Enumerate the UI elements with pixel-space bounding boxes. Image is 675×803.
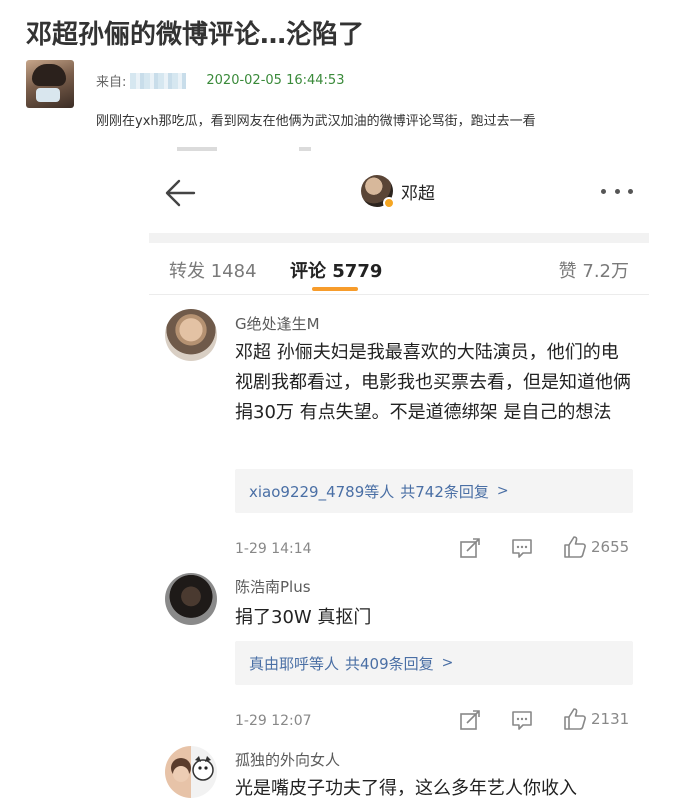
chevron-right-icon: > <box>496 483 509 499</box>
comment-text: 邓超 孙俪夫妇是我最喜欢的大陆演员，他们的电视剧我都看过，电影我也买票去看，但是… <box>235 342 631 423</box>
like-button[interactable]: 2131 <box>563 707 629 731</box>
reply-count: 共742条回复 <box>400 482 489 501</box>
commenter-name[interactable]: 陈浩南Plus <box>235 576 311 597</box>
comment-icon[interactable] <box>511 709 533 731</box>
weibo-screenshot: 邓超 转发 1484 评论 5779 赞 7.2万 G绝处逢生M 邓超 孙俪夫妇… <box>149 153 649 803</box>
post-text: 刚刚在yxh那吃瓜，看到网友在他俩为武汉加油的微博评论骂街，跑过去一看 <box>96 114 536 129</box>
blurred-source <box>130 72 187 89</box>
reply-users: 真由耶呼等人 <box>249 654 340 673</box>
comment-text: 光是嘴皮子功夫了得，这么多年艺人你收入 <box>235 778 577 799</box>
author-avatar[interactable] <box>26 60 74 108</box>
commenter-name[interactable]: G绝处逢生M <box>235 313 320 334</box>
top-bar: 邓超 <box>149 153 649 233</box>
divider-band <box>149 233 649 243</box>
comment-time: 1-29 12:07 <box>235 713 312 729</box>
tab-comments[interactable]: 评论 5779 <box>290 257 382 283</box>
like-button[interactable]: 2655 <box>563 535 629 559</box>
thumbs-up-icon <box>564 708 586 730</box>
top-user[interactable]: 邓超 <box>361 175 435 209</box>
top-user-avatar[interactable] <box>361 175 395 209</box>
arrow-left-icon[interactable] <box>163 175 199 211</box>
comment-time: 1-29 14:14 <box>235 541 312 557</box>
post-meta: 来自: 2020-02-05 16:44:53 <box>96 71 344 90</box>
share-icon[interactable] <box>459 709 481 731</box>
top-user-name[interactable]: 邓超 <box>401 179 435 204</box>
commenter-avatar[interactable] <box>165 573 217 625</box>
verified-badge-icon <box>383 197 395 209</box>
share-icon[interactable] <box>459 537 481 559</box>
reply-summary[interactable]: xiao9229_4789等人 共742条回复 > <box>235 469 633 513</box>
tab-reposts[interactable]: 转发 1484 <box>169 257 257 283</box>
tab-bar: 转发 1484 评论 5779 赞 7.2万 <box>149 243 649 295</box>
commenter-avatar[interactable] <box>165 746 217 798</box>
commenter-avatar[interactable] <box>165 309 217 361</box>
tab-likes[interactable]: 赞 7.2万 <box>559 257 629 283</box>
reply-summary[interactable]: 真由耶呼等人 共409条回复 > <box>235 641 633 685</box>
reply-users: xiao9229_4789等人 <box>249 482 395 501</box>
source-label: 来自: <box>96 75 127 90</box>
active-tab-indicator <box>312 287 358 291</box>
like-count: 2131 <box>591 710 630 728</box>
like-count: 2655 <box>591 538 630 556</box>
thumbs-up-icon <box>564 536 586 558</box>
comment-icon[interactable] <box>511 537 533 559</box>
chevron-right-icon: > <box>441 655 454 671</box>
reply-count: 共409条回复 <box>345 654 434 673</box>
commenter-name[interactable]: 孤独的外向女人 <box>235 749 340 770</box>
post-title: 邓超孙俪的微博评论…沦陷了 <box>26 20 365 50</box>
comment-text: 捐了30W 真抠门 <box>235 607 372 628</box>
more-dots-icon[interactable] <box>601 181 633 201</box>
post-time[interactable]: 2020-02-05 16:44:53 <box>206 73 344 88</box>
